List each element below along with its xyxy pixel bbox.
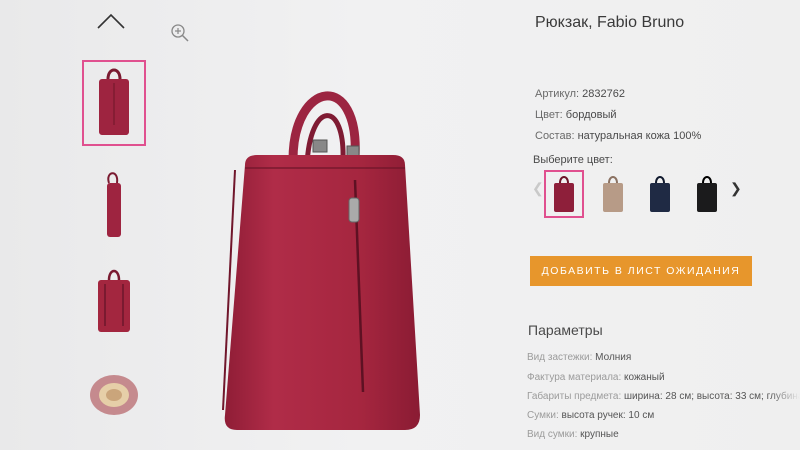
color-swatch-beige[interactable] bbox=[593, 170, 633, 218]
composition-value: натуральная кожа 100% bbox=[577, 130, 702, 142]
sku-value: 2832762 bbox=[582, 88, 625, 100]
params-overflow-fade bbox=[770, 380, 800, 450]
param-value: крупные bbox=[580, 429, 619, 440]
color-swatch-burgundy[interactable] bbox=[544, 170, 584, 218]
product-title: Рюкзак, Fabio Bruno bbox=[535, 14, 685, 31]
param-value: кожаный bbox=[624, 372, 665, 383]
chevron-right-icon[interactable]: ❯ bbox=[730, 180, 742, 197]
choose-color-label: Выберите цвет: bbox=[533, 154, 613, 166]
add-to-wishlist-button[interactable]: ДОБАВИТЬ В ЛИСТ ОЖИДАНИЯ bbox=[530, 256, 752, 286]
backpack-thumbnail-image bbox=[99, 68, 129, 135]
param-row: Фактура материала: кожаный bbox=[527, 372, 665, 383]
param-key: Габариты предмета: bbox=[527, 391, 622, 402]
param-row: Вид застежки: Молния bbox=[527, 352, 631, 363]
color-row: Цвет: бордовый bbox=[535, 109, 617, 121]
navy-backpack-icon bbox=[650, 176, 670, 212]
param-key: Фактура материала: bbox=[527, 372, 622, 383]
param-key: Сумки: bbox=[527, 410, 559, 421]
burgundy-backpack-icon bbox=[554, 176, 574, 212]
color-label: Цвет: bbox=[535, 109, 563, 121]
thumbnail-front[interactable] bbox=[82, 60, 146, 146]
color-swatch-navy[interactable] bbox=[640, 170, 680, 218]
param-key: Вид застежки: bbox=[527, 352, 593, 363]
thumbnail-interior[interactable] bbox=[82, 352, 146, 438]
param-row: Габариты предмета: ширина: 28 см; высота… bbox=[527, 391, 800, 402]
product-main-image bbox=[222, 91, 420, 430]
sku-label: Артикул: bbox=[535, 88, 580, 100]
backpack-side-image bbox=[107, 172, 121, 237]
beige-backpack-icon bbox=[603, 176, 623, 212]
chevron-up-icon[interactable] bbox=[96, 10, 126, 32]
composition-row: Состав: натуральная кожа 100% bbox=[535, 130, 701, 142]
black-backpack-icon bbox=[697, 176, 717, 212]
sku-row: Артикул: 2832762 bbox=[535, 88, 625, 100]
backpack-interior-image bbox=[90, 375, 138, 415]
composition-label: Состав: bbox=[535, 130, 575, 142]
param-value: высота ручек: 10 см bbox=[561, 410, 655, 421]
param-row: Вид сумки: крупные bbox=[527, 429, 619, 440]
thumbnail-back[interactable] bbox=[82, 255, 146, 341]
param-value: Молния bbox=[595, 352, 632, 363]
backpack-back-image bbox=[98, 269, 130, 332]
thumbnail-side[interactable] bbox=[82, 160, 146, 246]
chevron-left-icon[interactable]: ❮ bbox=[532, 180, 544, 197]
param-row: Сумки: высота ручек: 10 см bbox=[527, 410, 654, 421]
params-title: Параметры bbox=[528, 322, 603, 338]
zoom-icon[interactable] bbox=[170, 23, 190, 43]
color-value: бордовый bbox=[565, 109, 617, 121]
color-swatch-black[interactable] bbox=[687, 170, 727, 218]
param-key: Вид сумки: bbox=[527, 429, 578, 440]
